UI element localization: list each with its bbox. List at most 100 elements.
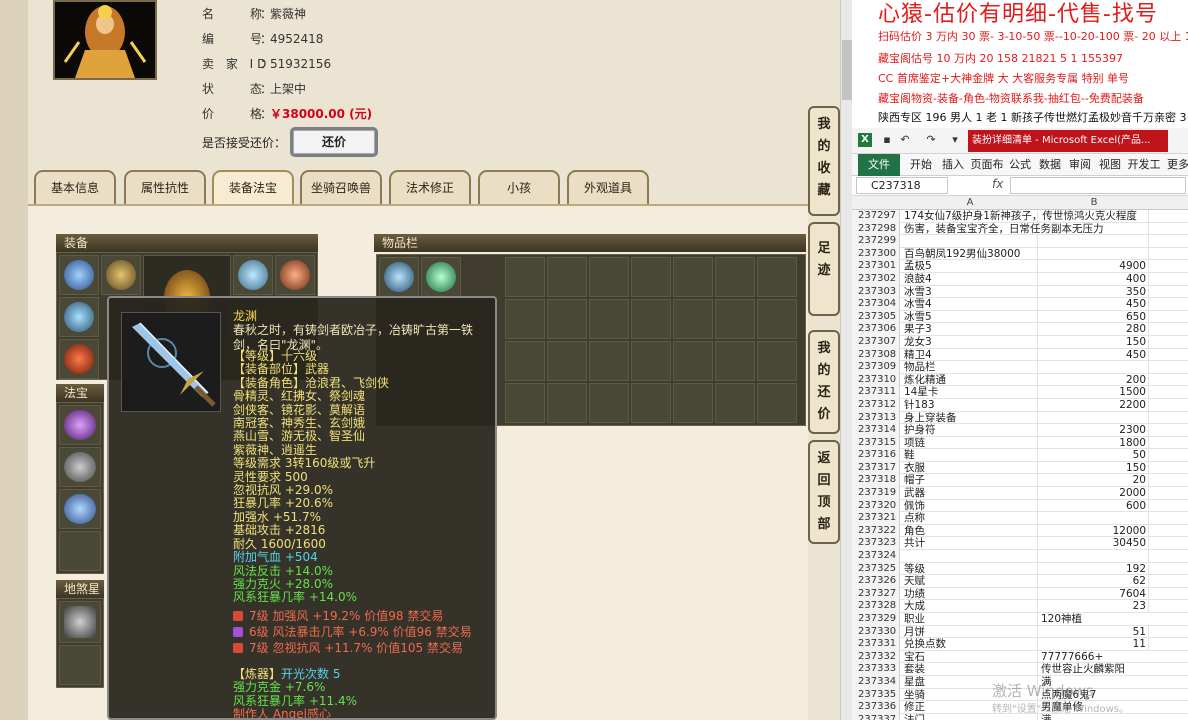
cell-b[interactable]: 450 [1039, 298, 1149, 311]
row-number[interactable]: 237331 [852, 638, 900, 651]
cell-a[interactable]: 武器 [902, 487, 1038, 500]
cell-b-text[interactable]: 120神植 [1041, 613, 1082, 626]
equip-slot[interactable] [59, 339, 99, 379]
footprints-button[interactable]: 足迹 [808, 222, 840, 316]
cell-b[interactable]: 280 [1039, 323, 1149, 336]
row-number[interactable]: 237313 [852, 411, 900, 425]
my-counter-offers-button[interactable]: 我的还价 [808, 330, 840, 434]
cell-b[interactable] [1039, 222, 1149, 236]
item-slot[interactable] [379, 257, 419, 297]
cell-a[interactable]: 孟极5 [902, 260, 1038, 273]
item-slot[interactable] [631, 257, 671, 297]
row-number[interactable]: 237334 [852, 675, 900, 689]
row-number[interactable]: 237298 [852, 222, 900, 236]
column-header-a[interactable]: A [902, 196, 1038, 209]
cell-b[interactable]: 62 [1039, 575, 1149, 588]
item-slot[interactable] [715, 257, 755, 297]
tab-more[interactable]: 更多 [1164, 154, 1188, 176]
item-slot[interactable] [757, 341, 797, 381]
cell-a[interactable]: 浪鼓4 [902, 272, 1038, 286]
row-number[interactable]: 237303 [852, 285, 900, 299]
cell-a[interactable]: 佩饰 [902, 499, 1038, 513]
item-slot[interactable] [505, 299, 545, 339]
cell-b[interactable] [1039, 247, 1149, 261]
row-number[interactable]: 237328 [852, 600, 900, 613]
cell-b[interactable]: 7604 [1039, 587, 1149, 601]
item-slot[interactable] [505, 383, 545, 423]
page-scrollbar[interactable] [840, 0, 852, 720]
equip-slot[interactable] [275, 255, 315, 295]
cell-b[interactable]: 51 [1039, 625, 1149, 639]
cell-b[interactable]: 150 [1039, 461, 1149, 475]
cell-a[interactable]: 精卫4 [902, 348, 1038, 362]
row-number[interactable]: 237324 [852, 550, 900, 563]
cell-b[interactable]: 192 [1039, 562, 1149, 576]
row-number[interactable]: 237322 [852, 524, 900, 538]
tab-review[interactable]: 审阅 [1066, 154, 1094, 176]
row-number[interactable]: 237318 [852, 474, 900, 488]
equip-slot[interactable] [233, 255, 273, 295]
row-number[interactable]: 237301 [852, 260, 900, 273]
cell-a[interactable]: 等级 [902, 562, 1038, 576]
item-slot[interactable] [547, 341, 587, 381]
item-slot[interactable] [547, 299, 587, 339]
cell-b[interactable] [1039, 210, 1149, 223]
cell-a[interactable]: 冰雪3 [902, 285, 1038, 299]
item-slot[interactable] [589, 383, 629, 423]
item-slot[interactable] [757, 257, 797, 297]
cell-b[interactable]: 1800 [1039, 436, 1149, 450]
row-number[interactable]: 237310 [852, 373, 900, 387]
row-number[interactable]: 237307 [852, 335, 900, 349]
save-icon[interactable]: ▪ [880, 132, 894, 148]
row-number[interactable]: 237320 [852, 499, 900, 513]
cell-a[interactable]: 冰雪4 [902, 298, 1038, 311]
cell-a[interactable]: 职业 [902, 613, 1038, 626]
cell-b[interactable] [1039, 411, 1149, 425]
cell-a[interactable]: 护身符 [902, 424, 1038, 437]
scrollbar-thumb[interactable] [842, 40, 852, 100]
cell-b[interactable] [1039, 512, 1149, 525]
cell-b[interactable]: 20 [1039, 474, 1149, 488]
redo-icon[interactable]: ↷ [924, 132, 938, 148]
item-slot[interactable] [757, 383, 797, 423]
counter-offer-button[interactable]: 还价 [290, 127, 378, 157]
treasure-slot[interactable] [59, 447, 101, 487]
tab-home[interactable]: 开始 [906, 154, 936, 176]
row-number[interactable]: 237312 [852, 398, 900, 412]
row-number[interactable]: 237325 [852, 562, 900, 576]
cell-a[interactable]: 174女仙7级护身1新神孩子，传世惊鸿火克火程度 [902, 210, 1137, 223]
cell-b-text[interactable]: 77777666+ [1041, 651, 1103, 664]
cell-b[interactable]: 400 [1039, 272, 1149, 286]
cell-b[interactable] [1039, 235, 1149, 248]
row-number[interactable]: 237300 [852, 247, 900, 261]
tab-appearance[interactable]: 外观道具 [567, 170, 649, 204]
cell-b-text[interactable]: 传世容止火麟紫阳 [1041, 663, 1125, 676]
tab-data[interactable]: 数据 [1036, 154, 1064, 176]
cell-b[interactable]: 600 [1039, 499, 1149, 513]
cell-b[interactable]: 450 [1039, 348, 1149, 362]
my-favorites-button[interactable]: 我的收藏 [808, 106, 840, 216]
cell-a[interactable]: 冰雪5 [902, 310, 1038, 324]
row-number[interactable]: 237327 [852, 587, 900, 601]
cell-b[interactable]: 2200 [1039, 398, 1149, 412]
row-number[interactable]: 237319 [852, 487, 900, 500]
function-icon[interactable]: fx [992, 177, 1003, 191]
item-slot[interactable] [547, 257, 587, 297]
item-slot[interactable] [589, 257, 629, 297]
cell-b[interactable]: 30450 [1039, 537, 1149, 551]
item-slot[interactable] [547, 383, 587, 423]
cell-a[interactable]: 天赋 [902, 575, 1038, 588]
row-number[interactable]: 237309 [852, 361, 900, 374]
cell-a[interactable]: 套装 [902, 663, 1038, 676]
cell-a[interactable]: 炼化精通 [902, 373, 1038, 387]
item-slot[interactable] [505, 257, 545, 297]
cell-b[interactable]: 2300 [1039, 424, 1149, 437]
equip-slot[interactable] [101, 255, 141, 295]
undo-icon[interactable]: ↶ [898, 132, 912, 148]
treasure-slot[interactable] [59, 531, 101, 571]
cell-b[interactable]: 50 [1039, 449, 1149, 462]
item-slot[interactable] [757, 299, 797, 339]
item-slot[interactable] [631, 299, 671, 339]
tab-mounts-pets[interactable]: 坐骑召唤兽 [300, 170, 382, 204]
tab-children[interactable]: 小孩 [478, 170, 560, 204]
